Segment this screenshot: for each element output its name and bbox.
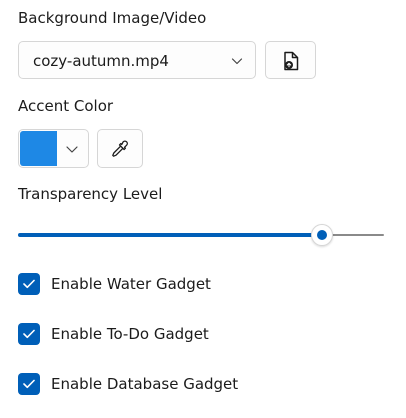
transparency-label: Transparency Level	[18, 185, 163, 203]
slider-thumb-dot	[317, 230, 327, 240]
database-gadget-option[interactable]: Enable Database Gadget	[18, 373, 318, 395]
background-media-label: Background Image/Video	[18, 9, 207, 27]
file-browse-icon	[284, 51, 299, 71]
accent-color-label: Accent Color	[18, 97, 114, 115]
water-gadget-label: Enable Water Gadget	[51, 275, 211, 293]
water-gadget-checkbox[interactable]	[18, 273, 40, 295]
eyedropper-icon	[112, 140, 128, 157]
browse-media-button[interactable]	[265, 41, 316, 79]
background-media-dropdown[interactable]: cozy-autumn.mp4	[18, 41, 256, 79]
todo-gadget-checkbox[interactable]	[18, 323, 40, 345]
database-gadget-label: Enable Database Gadget	[51, 375, 239, 393]
water-gadget-option[interactable]: Enable Water Gadget	[18, 273, 318, 295]
accent-color-swatch	[20, 131, 57, 166]
background-media-value: cozy-autumn.mp4	[33, 52, 169, 70]
eyedropper-button[interactable]	[97, 129, 143, 168]
todo-gadget-option[interactable]: Enable To-Do Gadget	[18, 323, 318, 345]
checkmark-icon	[23, 329, 35, 339]
slider-thumb[interactable]	[311, 224, 333, 246]
todo-gadget-label: Enable To-Do Gadget	[51, 325, 209, 343]
chevron-down-icon	[66, 146, 78, 153]
checkmark-icon	[23, 379, 35, 389]
database-gadget-checkbox[interactable]	[18, 373, 40, 395]
settings-panel: Background Image/Video cozy-autumn.mp4 A…	[0, 0, 406, 418]
slider-track-filled	[18, 233, 322, 237]
checkmark-icon	[23, 279, 35, 289]
transparency-slider[interactable]	[18, 222, 384, 248]
accent-color-dropdown[interactable]	[18, 129, 89, 168]
chevron-down-icon	[231, 58, 243, 65]
